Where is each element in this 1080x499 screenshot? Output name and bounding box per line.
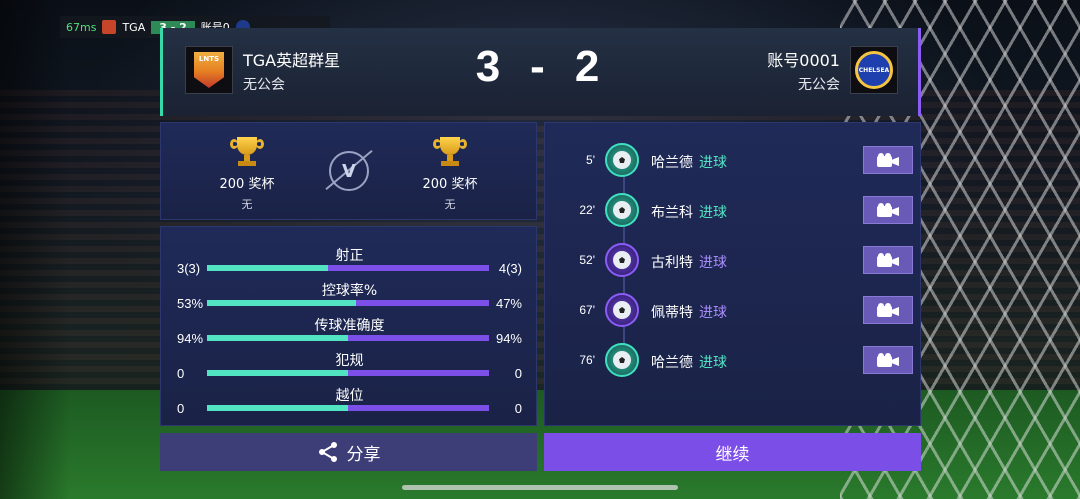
trophy-panel: 200 奖杯 无 V 200 奖杯 无 [160, 122, 537, 220]
goal-ball-icon [605, 243, 639, 277]
away-team-guild: 无公会 [798, 76, 840, 93]
continue-button[interactable]: 继续 [544, 433, 921, 471]
home-trophy-sub: 无 [241, 198, 253, 211]
goal-ball-icon [605, 143, 639, 177]
away-trophies: 200 奖杯 无 [400, 137, 500, 212]
left-shade [0, 0, 70, 499]
stat-away-value: 0 [514, 401, 522, 416]
stat-row-offsides: 越位 0 0 [161, 385, 538, 421]
stat-label: 犯规 [335, 353, 364, 369]
event-type: 进球 [699, 255, 727, 271]
stat-home-value: 0 [177, 401, 185, 416]
stat-bar [207, 405, 489, 411]
video-camera-icon [877, 153, 899, 167]
stat-home-value: 0 [177, 366, 185, 381]
home-crest-icon [102, 20, 117, 34]
score-separator: - [530, 42, 551, 91]
event-player: 哈兰德 进球 [651, 352, 727, 372]
stat-label: 传球准确度 [314, 318, 385, 334]
goal-ball-icon [605, 293, 639, 327]
home-indicator[interactable] [402, 485, 678, 490]
stat-bar [207, 370, 489, 376]
share-label: 分享 [346, 444, 381, 465]
video-camera-icon [877, 203, 899, 217]
event-minute: 76' [579, 353, 595, 367]
home-trophy-count: 200 奖杯 [219, 177, 275, 192]
replay-button[interactable] [863, 146, 913, 174]
event-player-name: 古利特 [651, 255, 693, 271]
event-type: 进球 [699, 305, 727, 321]
away-team: CHELSEA 账号0001 无公会 [767, 46, 898, 94]
ping-text: 67ms [66, 20, 97, 34]
stat-row-pass-accuracy: 传球准确度 94% 94% [161, 315, 538, 351]
event-player-name: 布兰科 [651, 205, 693, 221]
stat-home-value: 3(3) [177, 261, 201, 276]
event-row: 5' 哈兰德 进球 [545, 141, 922, 181]
event-minute: 22' [579, 203, 595, 217]
home-score: 3 [475, 42, 507, 91]
event-player-name: 哈兰德 [651, 155, 693, 171]
trophy-icon [432, 137, 468, 167]
event-row: 52' 古利特 进球 [545, 241, 922, 281]
continue-label: 继续 [715, 444, 750, 465]
stat-label: 越位 [335, 388, 364, 404]
event-row: 67' 佩蒂特 进球 [545, 291, 922, 331]
stat-away-value: 94% [495, 331, 522, 346]
replay-button[interactable] [863, 196, 913, 224]
stat-row-shots-on-target: 射正 3(3) 4(3) [161, 245, 538, 281]
stat-bar [207, 335, 489, 341]
home-trophies: 200 奖杯 无 [197, 137, 297, 212]
event-minute: 5' [586, 153, 595, 167]
goal-ball-icon [605, 343, 639, 377]
stat-row-possession: 控球率% 53% 47% [161, 280, 538, 316]
stat-label: 控球率% [321, 283, 378, 299]
replay-button[interactable] [863, 346, 913, 374]
away-trophy-count: 200 奖杯 [422, 177, 478, 192]
event-player: 布兰科 进球 [651, 202, 727, 222]
event-row: 22' 布兰科 进球 [545, 191, 922, 231]
away-badge: CHELSEA [850, 46, 898, 94]
event-type: 进球 [699, 355, 727, 371]
event-player-name: 佩蒂特 [651, 305, 693, 321]
stat-row-fouls: 犯规 0 0 [161, 350, 538, 386]
event-type: 进球 [699, 205, 727, 221]
away-crest-badge-icon: CHELSEA [855, 51, 893, 89]
vs-icon: V [329, 151, 369, 191]
share-button[interactable]: 分享 [160, 433, 537, 471]
match-header: LNTS TGA英超群星 无公会 3-2 CHELSEA 账号0001 无公会 [160, 28, 921, 116]
stat-home-value: 94% [177, 331, 204, 346]
stat-label: 射正 [335, 248, 364, 264]
event-player: 古利特 进球 [651, 252, 727, 272]
share-icon [318, 442, 337, 462]
events-panel: 5' 哈兰德 进球 22' 布兰科 进球 52' 古利特 进球 67' 佩蒂特 进球 7… [544, 122, 921, 426]
stat-bar [207, 300, 489, 306]
event-type: 进球 [699, 155, 727, 171]
trophy-icon [229, 137, 265, 167]
away-score: 2 [574, 42, 606, 91]
event-minute: 67' [579, 303, 595, 317]
stat-home-value: 53% [177, 296, 204, 311]
stat-bar [207, 265, 489, 271]
stat-away-value: 0 [514, 366, 522, 381]
replay-button[interactable] [863, 296, 913, 324]
hud-home-abbr: TGA [122, 20, 146, 34]
event-player: 佩蒂特 进球 [651, 302, 727, 322]
away-trophy-sub: 无 [444, 198, 456, 211]
video-camera-icon [877, 353, 899, 367]
video-camera-icon [877, 303, 899, 317]
stats-panel: 射正 3(3) 4(3) 控球率% 53% 47% 传球准确度 94% 94% … [160, 226, 537, 426]
stat-away-value: 4(3) [498, 261, 522, 276]
event-row: 76' 哈兰德 进球 [545, 341, 922, 381]
goal-ball-icon [605, 193, 639, 227]
event-minute: 52' [579, 253, 595, 267]
replay-button[interactable] [863, 246, 913, 274]
event-player-name: 哈兰德 [651, 355, 693, 371]
stat-away-value: 47% [495, 296, 522, 311]
event-player: 哈兰德 进球 [651, 152, 727, 172]
away-team-name: 账号0001 [767, 50, 840, 70]
video-camera-icon [877, 253, 899, 267]
